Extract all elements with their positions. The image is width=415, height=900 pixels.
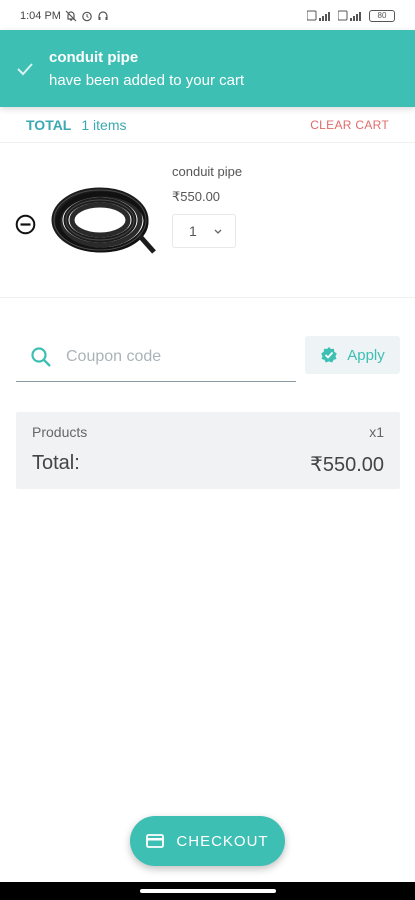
- clear-cart-button[interactable]: CLEAR CART: [310, 118, 389, 132]
- battery-indicator: 80: [369, 10, 395, 22]
- status-right: 80: [307, 10, 395, 22]
- remove-item-icon[interactable]: [15, 214, 36, 235]
- coupon-row: Apply: [16, 332, 400, 384]
- snackbar-text: conduit pipe have been added to your car…: [49, 49, 244, 89]
- search-icon: [31, 346, 51, 367]
- checkout-label: CHECKOUT: [176, 832, 269, 850]
- alarm-icon: [82, 11, 92, 22]
- verified-badge-icon: [321, 347, 338, 363]
- home-indicator[interactable]: [139, 889, 276, 893]
- summary-products-row: Products x1: [32, 424, 384, 440]
- notifications-off-icon: [65, 10, 77, 22]
- checkout-button[interactable]: CHECKOUT: [130, 816, 285, 866]
- coupon-input[interactable]: [66, 347, 266, 366]
- product-name: conduit pipe: [172, 164, 243, 179]
- status-time: 1:04 PM: [20, 10, 61, 22]
- system-nav-bar: [0, 882, 415, 900]
- signal-sim1-icon: [307, 10, 330, 21]
- coupon-field[interactable]: [16, 332, 296, 382]
- summary-total-value: ₹550.00: [310, 454, 384, 476]
- check-icon: [17, 62, 33, 75]
- items-count: 1 items: [81, 116, 127, 133]
- status-bar: 1:04 PM 80: [0, 0, 415, 32]
- credit-card-icon: [146, 834, 165, 848]
- products-label: Products: [32, 424, 88, 440]
- products-count: x1: [369, 424, 384, 440]
- apply-label: Apply: [347, 346, 385, 364]
- signal-sim2-icon: [338, 10, 361, 21]
- product-image: [51, 187, 156, 254]
- added-to-cart-snackbar: conduit pipe have been added to your car…: [0, 30, 415, 107]
- quantity-value: 1: [189, 223, 197, 239]
- quantity-select[interactable]: 1: [172, 214, 236, 248]
- headset-icon: [98, 11, 108, 20]
- summary-total-label: Total:: [32, 452, 80, 474]
- cart-header: TOTAL 1 items CLEAR CART: [0, 107, 415, 143]
- apply-coupon-button[interactable]: Apply: [305, 336, 400, 374]
- product-price: ₹550.00: [172, 189, 221, 204]
- summary-total-row: Total: ₹550.00: [32, 452, 384, 477]
- total-label: TOTAL: [26, 116, 72, 133]
- status-left: 1:04 PM: [20, 10, 109, 22]
- cart-item: conduit pipe ₹550.00 1: [0, 144, 415, 298]
- snackbar-message: have been added to your cart: [49, 71, 245, 89]
- snackbar-title: conduit pipe: [49, 48, 139, 66]
- order-summary: Products x1 Total: ₹550.00: [16, 412, 400, 489]
- chevron-down-icon: [214, 229, 222, 234]
